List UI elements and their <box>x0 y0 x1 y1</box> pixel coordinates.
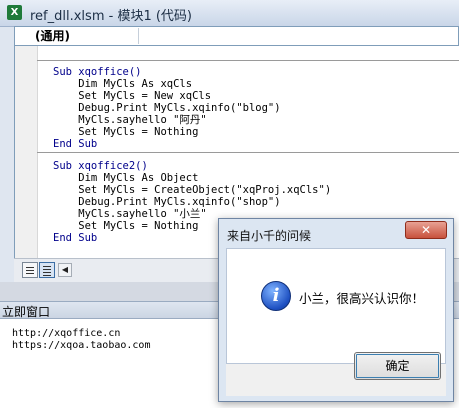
output-line: https://xqoa.taobao.com <box>12 340 151 351</box>
code-line: Sub xqoffice() <box>53 66 142 78</box>
code-line: Set MyCls = CreateObject("xqProj.xqCls") <box>53 184 332 196</box>
margin-indicator-bar[interactable] <box>15 46 38 258</box>
info-icon: i <box>261 281 291 311</box>
immediate-output: http://xqoffice.cn https://xqoa.taobao.c… <box>12 328 150 352</box>
code-line: End Sub <box>53 138 98 150</box>
code-block-1[interactable]: Sub xqoffice() Dim MyCls As xqCls Set My… <box>53 66 281 150</box>
object-dropdown-value: (通用) <box>35 29 70 43</box>
ok-button[interactable]: 确定 <box>354 352 441 380</box>
output-line: http://xqoffice.cn <box>12 328 121 339</box>
code-line: MyCls.sayhello "阿丹" <box>53 114 207 126</box>
close-button[interactable]: ✕ <box>405 221 447 239</box>
procedure-separator <box>37 60 459 61</box>
object-dropdown[interactable]: (通用) <box>18 28 139 44</box>
procedure-separator <box>37 152 459 153</box>
code-line: Dim MyCls As xqCls <box>53 78 193 90</box>
dialog-message: 小兰，很高兴认识你！ <box>299 291 425 306</box>
scroll-left-arrow-icon[interactable]: ◀ <box>58 263 72 277</box>
code-line: Dim MyCls As Object <box>53 172 199 184</box>
code-line: Sub xqoffice2() <box>53 160 148 172</box>
code-line: Set MyCls = New xqCls <box>53 90 212 102</box>
close-icon: ✕ <box>420 223 432 237</box>
code-line: Set MyCls = Nothing <box>53 126 199 138</box>
excel-icon: X <box>7 5 22 20</box>
code-line: End Sub <box>53 232 98 244</box>
title-bar[interactable]: X ref_dll.xlsm - 模块1 (代码) <box>0 0 459 27</box>
message-box: 来自小千的问候 ✕ i 小兰，很高兴认识你！ 确定 <box>218 218 454 402</box>
window-title: ref_dll.xlsm - 模块1 (代码) <box>30 9 192 24</box>
procedure-bar: (通用) <box>14 26 459 46</box>
code-line: Debug.Print MyCls.xqinfo("blog") <box>53 102 281 114</box>
procedure-view-button[interactable] <box>22 262 38 278</box>
immediate-window-title: 立即窗口 <box>2 305 51 319</box>
dialog-content: i 小兰，很高兴认识你！ <box>226 248 446 364</box>
code-line: Debug.Print MyCls.xqinfo("shop") <box>53 196 281 208</box>
code-line: MyCls.sayhello "小兰" <box>53 208 207 220</box>
code-line: Set MyCls = Nothing <box>53 220 199 232</box>
dialog-title: 来自小千的问候 <box>227 229 312 243</box>
full-module-view-button[interactable] <box>39 262 55 278</box>
